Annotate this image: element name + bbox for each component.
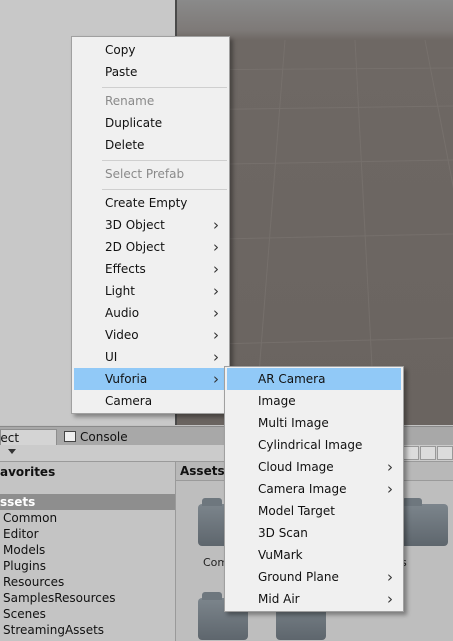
chevron-right-icon: › bbox=[213, 348, 219, 366]
menu-item-label: Rename bbox=[105, 94, 155, 108]
menu-item-video[interactable]: Video › bbox=[74, 324, 227, 346]
toolbar-button-1[interactable] bbox=[403, 446, 419, 460]
chevron-right-icon: › bbox=[213, 304, 219, 322]
menu-item-paste[interactable]: Paste bbox=[74, 61, 227, 83]
tree-folder-plugins[interactable]: Plugins bbox=[0, 558, 175, 574]
chevron-right-icon: › bbox=[387, 590, 393, 608]
submenu-item-label: VuMark bbox=[258, 548, 303, 562]
menu-item-delete[interactable]: Delete bbox=[74, 134, 227, 156]
submenu-item-label: Ground Plane bbox=[258, 570, 339, 584]
submenu-item-mid-air[interactable]: Mid Air › bbox=[227, 588, 401, 610]
menu-item-copy[interactable]: Copy bbox=[74, 39, 227, 61]
tree-folder-scenes[interactable]: Scenes bbox=[0, 606, 175, 622]
chevron-right-icon: › bbox=[213, 326, 219, 344]
menu-item-label: Create Empty bbox=[105, 196, 188, 210]
chevron-right-icon: › bbox=[387, 568, 393, 586]
folder-icon[interactable] bbox=[398, 498, 448, 546]
menu-item-label: Copy bbox=[105, 43, 136, 57]
tree-folder-streamingassets[interactable]: StreamingAssets bbox=[0, 622, 175, 638]
tree-folder-common[interactable]: Common bbox=[0, 510, 175, 526]
toolbar-button-3[interactable] bbox=[437, 446, 453, 460]
submenu-item-multi-image[interactable]: Multi Image bbox=[227, 412, 401, 434]
chevron-right-icon: › bbox=[213, 216, 219, 234]
submenu-item-ground-plane[interactable]: Ground Plane › bbox=[227, 566, 401, 588]
menu-item-2d-object[interactable]: 2D Object › bbox=[74, 236, 227, 258]
menu-separator bbox=[102, 189, 227, 190]
tab-console[interactable]: Console bbox=[60, 429, 134, 445]
menu-item-rename: Rename bbox=[74, 90, 227, 112]
tree-folder-resources[interactable]: Resources bbox=[0, 574, 175, 590]
menu-item-label: Paste bbox=[105, 65, 138, 79]
chevron-right-icon: › bbox=[213, 238, 219, 256]
submenu-item-label: Multi Image bbox=[258, 416, 329, 430]
project-tree: avorites ssets Common Editor Models Plugins… bbox=[0, 462, 176, 641]
submenu-item-cylindrical-image[interactable]: Cylindrical Image bbox=[227, 434, 401, 456]
submenu-item-label: Camera Image bbox=[258, 482, 347, 496]
chevron-right-icon: › bbox=[213, 282, 219, 300]
chevron-right-icon: › bbox=[387, 480, 393, 498]
context-menu: Copy Paste Rename Duplicate Delete Select Pre… bbox=[71, 36, 230, 414]
submenu-item-label: Cloud Image bbox=[258, 460, 334, 474]
menu-item-audio[interactable]: Audio › bbox=[74, 302, 227, 324]
tab-console-label: Console bbox=[80, 430, 128, 444]
submenu-item-label: 3D Scan bbox=[258, 526, 308, 540]
submenu-item-image[interactable]: Image bbox=[227, 390, 401, 412]
tab-project[interactable]: ject bbox=[0, 429, 57, 446]
submenu-item-cloud-image[interactable]: Cloud Image › bbox=[227, 456, 401, 478]
submenu-item-label: Cylindrical Image bbox=[258, 438, 363, 452]
menu-item-label: Vuforia bbox=[105, 372, 148, 386]
menu-item-ui[interactable]: UI › bbox=[74, 346, 227, 368]
menu-item-label: Camera bbox=[105, 394, 153, 408]
tree-folder-samplesresources[interactable]: SamplesResources bbox=[0, 590, 175, 606]
menu-item-label: Duplicate bbox=[105, 116, 163, 130]
menu-item-label: UI bbox=[105, 350, 118, 364]
submenu-item-model-target[interactable]: Model Target bbox=[227, 500, 401, 522]
submenu-item-3d-scan[interactable]: 3D Scan bbox=[227, 522, 401, 544]
submenu-item-label: Image bbox=[258, 394, 296, 408]
submenu-item-vumark[interactable]: VuMark bbox=[227, 544, 401, 566]
tree-assets[interactable]: ssets bbox=[0, 494, 175, 510]
chevron-right-icon: › bbox=[213, 260, 219, 278]
menu-item-select-prefab: Select Prefab bbox=[74, 163, 227, 185]
tree-favorites[interactable]: avorites bbox=[0, 464, 175, 480]
submenu-item-label: Model Target bbox=[258, 504, 335, 518]
menu-item-label: Audio bbox=[105, 306, 140, 320]
tree-folder-models[interactable]: Models bbox=[0, 542, 175, 558]
menu-item-label: Select Prefab bbox=[105, 167, 185, 181]
menu-separator bbox=[102, 87, 227, 88]
submenu-item-label: AR Camera bbox=[258, 372, 326, 386]
menu-item-create-empty[interactable]: Create Empty bbox=[74, 192, 227, 214]
chevron-right-icon: › bbox=[213, 370, 219, 388]
menu-item-label: 3D Object bbox=[105, 218, 165, 232]
menu-item-duplicate[interactable]: Duplicate bbox=[74, 112, 227, 134]
menu-item-label: Video bbox=[105, 328, 139, 342]
menu-item-label: Light bbox=[105, 284, 135, 298]
menu-item-camera[interactable]: Camera bbox=[74, 390, 227, 412]
create-dropdown-caret-icon[interactable] bbox=[8, 449, 16, 454]
submenu-item-label: Mid Air bbox=[258, 592, 300, 606]
menu-item-light[interactable]: Light › bbox=[74, 280, 227, 302]
menu-item-3d-object[interactable]: 3D Object › bbox=[74, 214, 227, 236]
menu-item-label: 2D Object bbox=[105, 240, 165, 254]
chevron-right-icon: › bbox=[387, 458, 393, 476]
menu-item-label: Effects bbox=[105, 262, 146, 276]
vuforia-submenu: AR Camera Image Multi Image Cylindrical Ima… bbox=[224, 366, 404, 612]
menu-item-effects[interactable]: Effects › bbox=[74, 258, 227, 280]
submenu-item-camera-image[interactable]: Camera Image › bbox=[227, 478, 401, 500]
menu-item-label: Delete bbox=[105, 138, 145, 152]
tree-folder-editor[interactable]: Editor bbox=[0, 526, 175, 542]
menu-item-vuforia[interactable]: Vuforia › bbox=[74, 368, 227, 390]
submenu-item-ar-camera[interactable]: AR Camera bbox=[227, 368, 401, 390]
menu-separator bbox=[102, 160, 227, 161]
console-icon bbox=[64, 431, 76, 442]
tab-project-label: ject bbox=[0, 431, 20, 445]
toolbar-button-2[interactable] bbox=[420, 446, 436, 460]
